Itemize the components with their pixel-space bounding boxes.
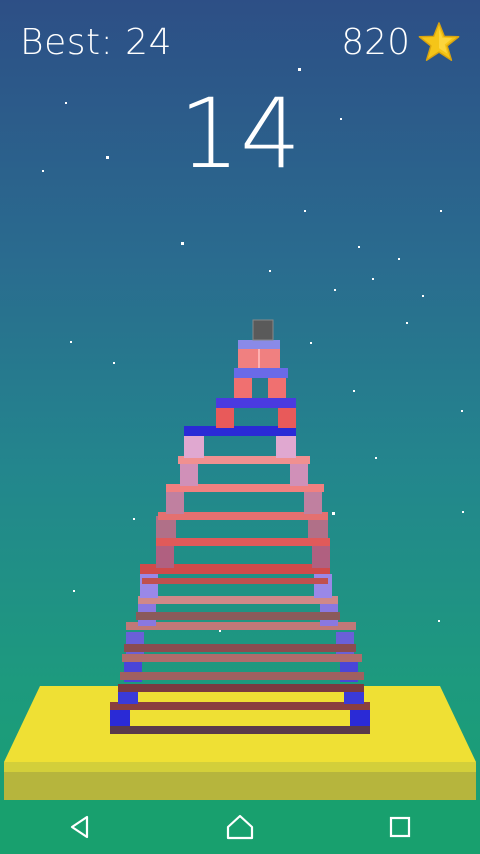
recents-button[interactable] — [370, 800, 430, 854]
back-button[interactable] — [50, 800, 110, 854]
recents-square-icon — [389, 816, 411, 838]
top-cube — [252, 319, 274, 341]
back-triangle-icon — [70, 815, 89, 839]
block-tower — [110, 319, 370, 734]
android-navigation-bar — [0, 800, 480, 854]
game-scene[interactable] — [0, 0, 480, 800]
home-icon — [226, 814, 254, 840]
home-button[interactable] — [210, 800, 270, 854]
